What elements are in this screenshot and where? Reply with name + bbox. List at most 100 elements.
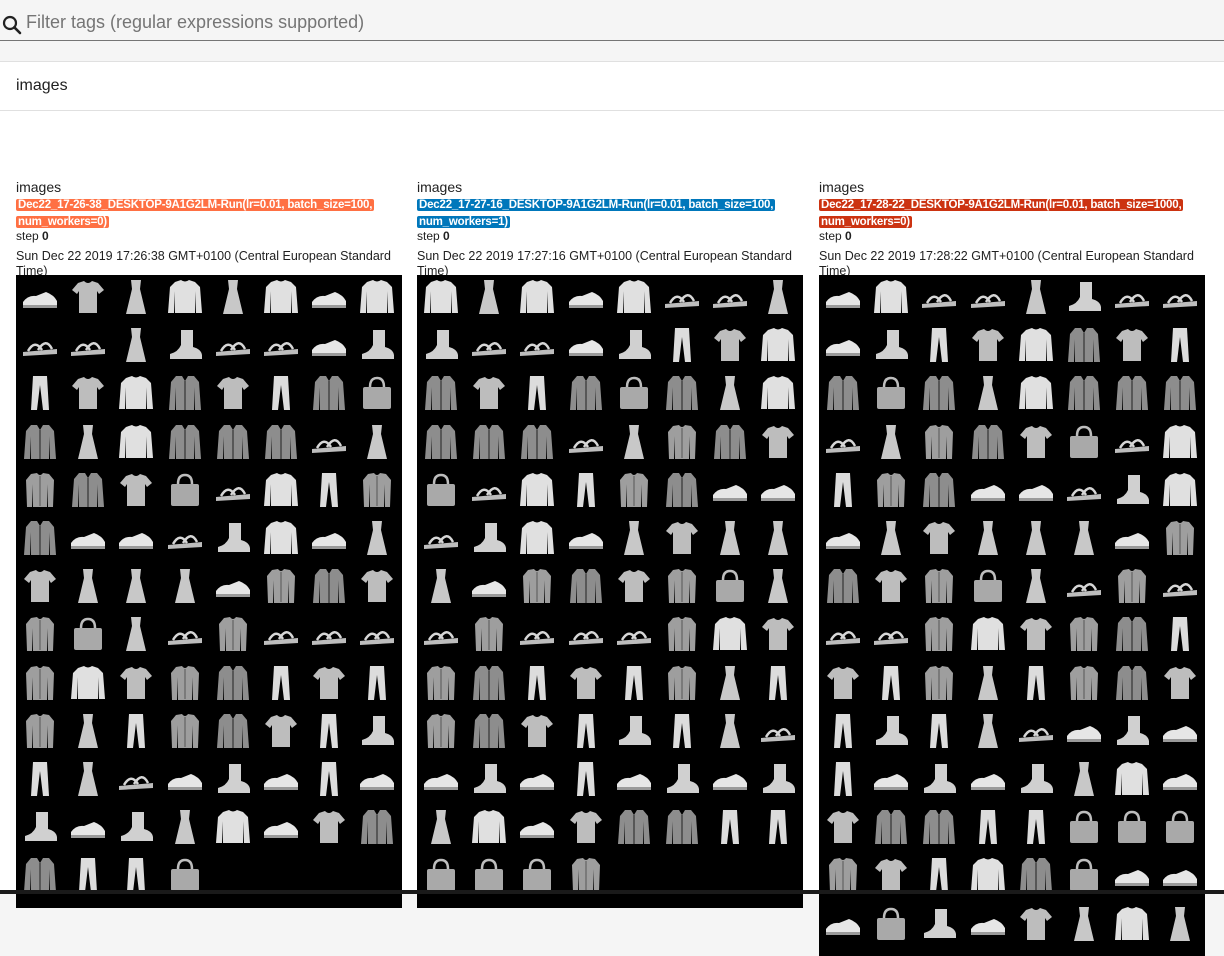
thumbnail-dress bbox=[624, 521, 644, 555]
thumbnail-tshirt bbox=[120, 667, 152, 699]
thumbnail-trouser bbox=[368, 666, 386, 700]
thumbnail-sneaker bbox=[520, 774, 554, 790]
thumbnail-trouser bbox=[577, 473, 595, 507]
thumbnail-dress bbox=[78, 762, 98, 796]
thumbnail-tshirt bbox=[666, 522, 698, 554]
thumbnail-ankle-boot bbox=[218, 764, 250, 793]
thumbnail-trouser bbox=[769, 810, 787, 844]
thumbnail-pullover bbox=[713, 617, 747, 650]
thumbnail-sandal bbox=[264, 631, 298, 645]
thumbnail-trouser bbox=[721, 810, 739, 844]
thumbnail-coat bbox=[1116, 666, 1148, 700]
thumbnail-trouser bbox=[320, 714, 338, 748]
thumbnail-tshirt bbox=[923, 522, 955, 554]
thumbnail-shirt bbox=[267, 569, 295, 603]
thumbnail-dress bbox=[126, 569, 146, 603]
thumbnail-coat bbox=[473, 714, 505, 748]
thumbnail-shirt bbox=[620, 473, 648, 507]
thumbnail-tshirt bbox=[120, 474, 152, 506]
thumbnail-dress bbox=[1074, 521, 1094, 555]
thumbnail-sandal bbox=[424, 535, 458, 549]
thumbnail-shirt bbox=[523, 569, 551, 603]
step-line: step 0 bbox=[417, 229, 803, 244]
thumbnail-bag bbox=[427, 473, 455, 506]
thumbnail-trouser bbox=[127, 714, 145, 748]
thumbnail-tshirt bbox=[72, 281, 104, 313]
thumbnail-tshirt bbox=[1116, 329, 1148, 361]
thumbnail-dress bbox=[768, 280, 788, 314]
thumbnail-dress bbox=[768, 521, 788, 555]
thumbnail-tshirt bbox=[618, 570, 650, 602]
thumbnail-ankle-boot bbox=[362, 716, 394, 745]
thumbnail-trouser bbox=[834, 714, 852, 748]
thumbnail-sandal bbox=[569, 631, 603, 645]
thumbnail-sneaker bbox=[119, 533, 153, 549]
thumbnail-trouser bbox=[930, 858, 948, 892]
thumbnail-sandal bbox=[713, 294, 747, 308]
thumbnail-pullover bbox=[1163, 425, 1197, 458]
thumbnail-trouser bbox=[79, 858, 97, 892]
image-card: images Dec22_17-28-22_DESKTOP-9A1G2LM-Run… bbox=[819, 179, 1205, 956]
thumbnail-sandal bbox=[1019, 728, 1053, 742]
step-label: step bbox=[417, 229, 444, 243]
thumbnail-dress bbox=[126, 617, 146, 651]
thumbnail-trouser bbox=[1171, 328, 1189, 362]
thumbnail-sneaker bbox=[1163, 726, 1197, 742]
image-grid[interactable] bbox=[819, 275, 1205, 956]
step-line: step 0 bbox=[819, 229, 1205, 244]
thumbnail-tshirt bbox=[72, 377, 104, 409]
thumbnail-shirt bbox=[877, 473, 905, 507]
thumbnail-dress bbox=[431, 569, 451, 603]
thumbnail-pullover bbox=[1115, 907, 1149, 940]
thumbnail-tshirt bbox=[1020, 618, 1052, 650]
thumbnail-coat bbox=[217, 425, 249, 459]
category-header[interactable]: images bbox=[0, 62, 1224, 111]
thumbnail-sneaker bbox=[360, 774, 394, 790]
thumbnail-pullover bbox=[617, 280, 651, 313]
thumbnail-coat bbox=[313, 569, 345, 603]
thumbnail-coat bbox=[313, 376, 345, 410]
image-grid[interactable] bbox=[16, 275, 402, 908]
thumbnail-coat bbox=[666, 376, 698, 410]
thumbnail-shirt bbox=[26, 473, 54, 507]
run-badge: Dec22_17-28-22_DESKTOP-9A1G2LM-Run(lr=0.… bbox=[819, 199, 1184, 228]
thumbnail-shirt bbox=[668, 569, 696, 603]
thumbnail-pullover bbox=[1163, 473, 1197, 506]
thumbnail-dress bbox=[175, 810, 195, 844]
thumbnail-pullover bbox=[761, 376, 795, 409]
thumbnail-ankle-boot bbox=[426, 330, 458, 359]
thumbnail-shirt bbox=[668, 425, 696, 459]
thumbnail-shirt bbox=[26, 666, 54, 700]
thumbnail-sandal bbox=[312, 631, 346, 645]
thumbnail-sneaker bbox=[1115, 870, 1149, 886]
thumbnail-sneaker bbox=[472, 581, 506, 597]
thumbnail-sandal bbox=[826, 439, 860, 453]
thumbnail-sandal bbox=[874, 631, 908, 645]
thumbnail-sneaker bbox=[312, 340, 346, 356]
thumbnail-ankle-boot bbox=[474, 523, 506, 552]
thumbnail-pullover bbox=[360, 280, 394, 313]
thumbnail-coat bbox=[923, 376, 955, 410]
thumbnail-trouser bbox=[1171, 617, 1189, 651]
thumbnail-trouser bbox=[625, 666, 643, 700]
thumbnail-trouser bbox=[320, 473, 338, 507]
thumbnail-bag bbox=[363, 376, 391, 409]
thumbnail-trouser bbox=[127, 858, 145, 892]
thumbnail-coat bbox=[217, 666, 249, 700]
image-grid[interactable] bbox=[417, 275, 803, 908]
thumbnail-coat bbox=[72, 473, 104, 507]
thumbnail-shirt bbox=[1166, 521, 1194, 555]
thumbnail-sandal bbox=[71, 342, 105, 356]
filter-tags-input[interactable] bbox=[26, 9, 1206, 35]
thumbnail-sandal bbox=[971, 294, 1005, 308]
thumbnail-pullover bbox=[874, 280, 908, 313]
thumbnail-tshirt bbox=[24, 570, 56, 602]
thumbnail-tshirt bbox=[714, 329, 746, 361]
thumbnail-coat bbox=[217, 714, 249, 748]
thumbnail-coat bbox=[1020, 858, 1052, 892]
thumbnail-dress bbox=[978, 714, 998, 748]
thumbnail-pullover bbox=[424, 280, 458, 313]
thumbnail-shirt bbox=[475, 617, 503, 651]
thumbnail-ankle-boot bbox=[763, 764, 795, 793]
search-icon bbox=[2, 15, 22, 35]
